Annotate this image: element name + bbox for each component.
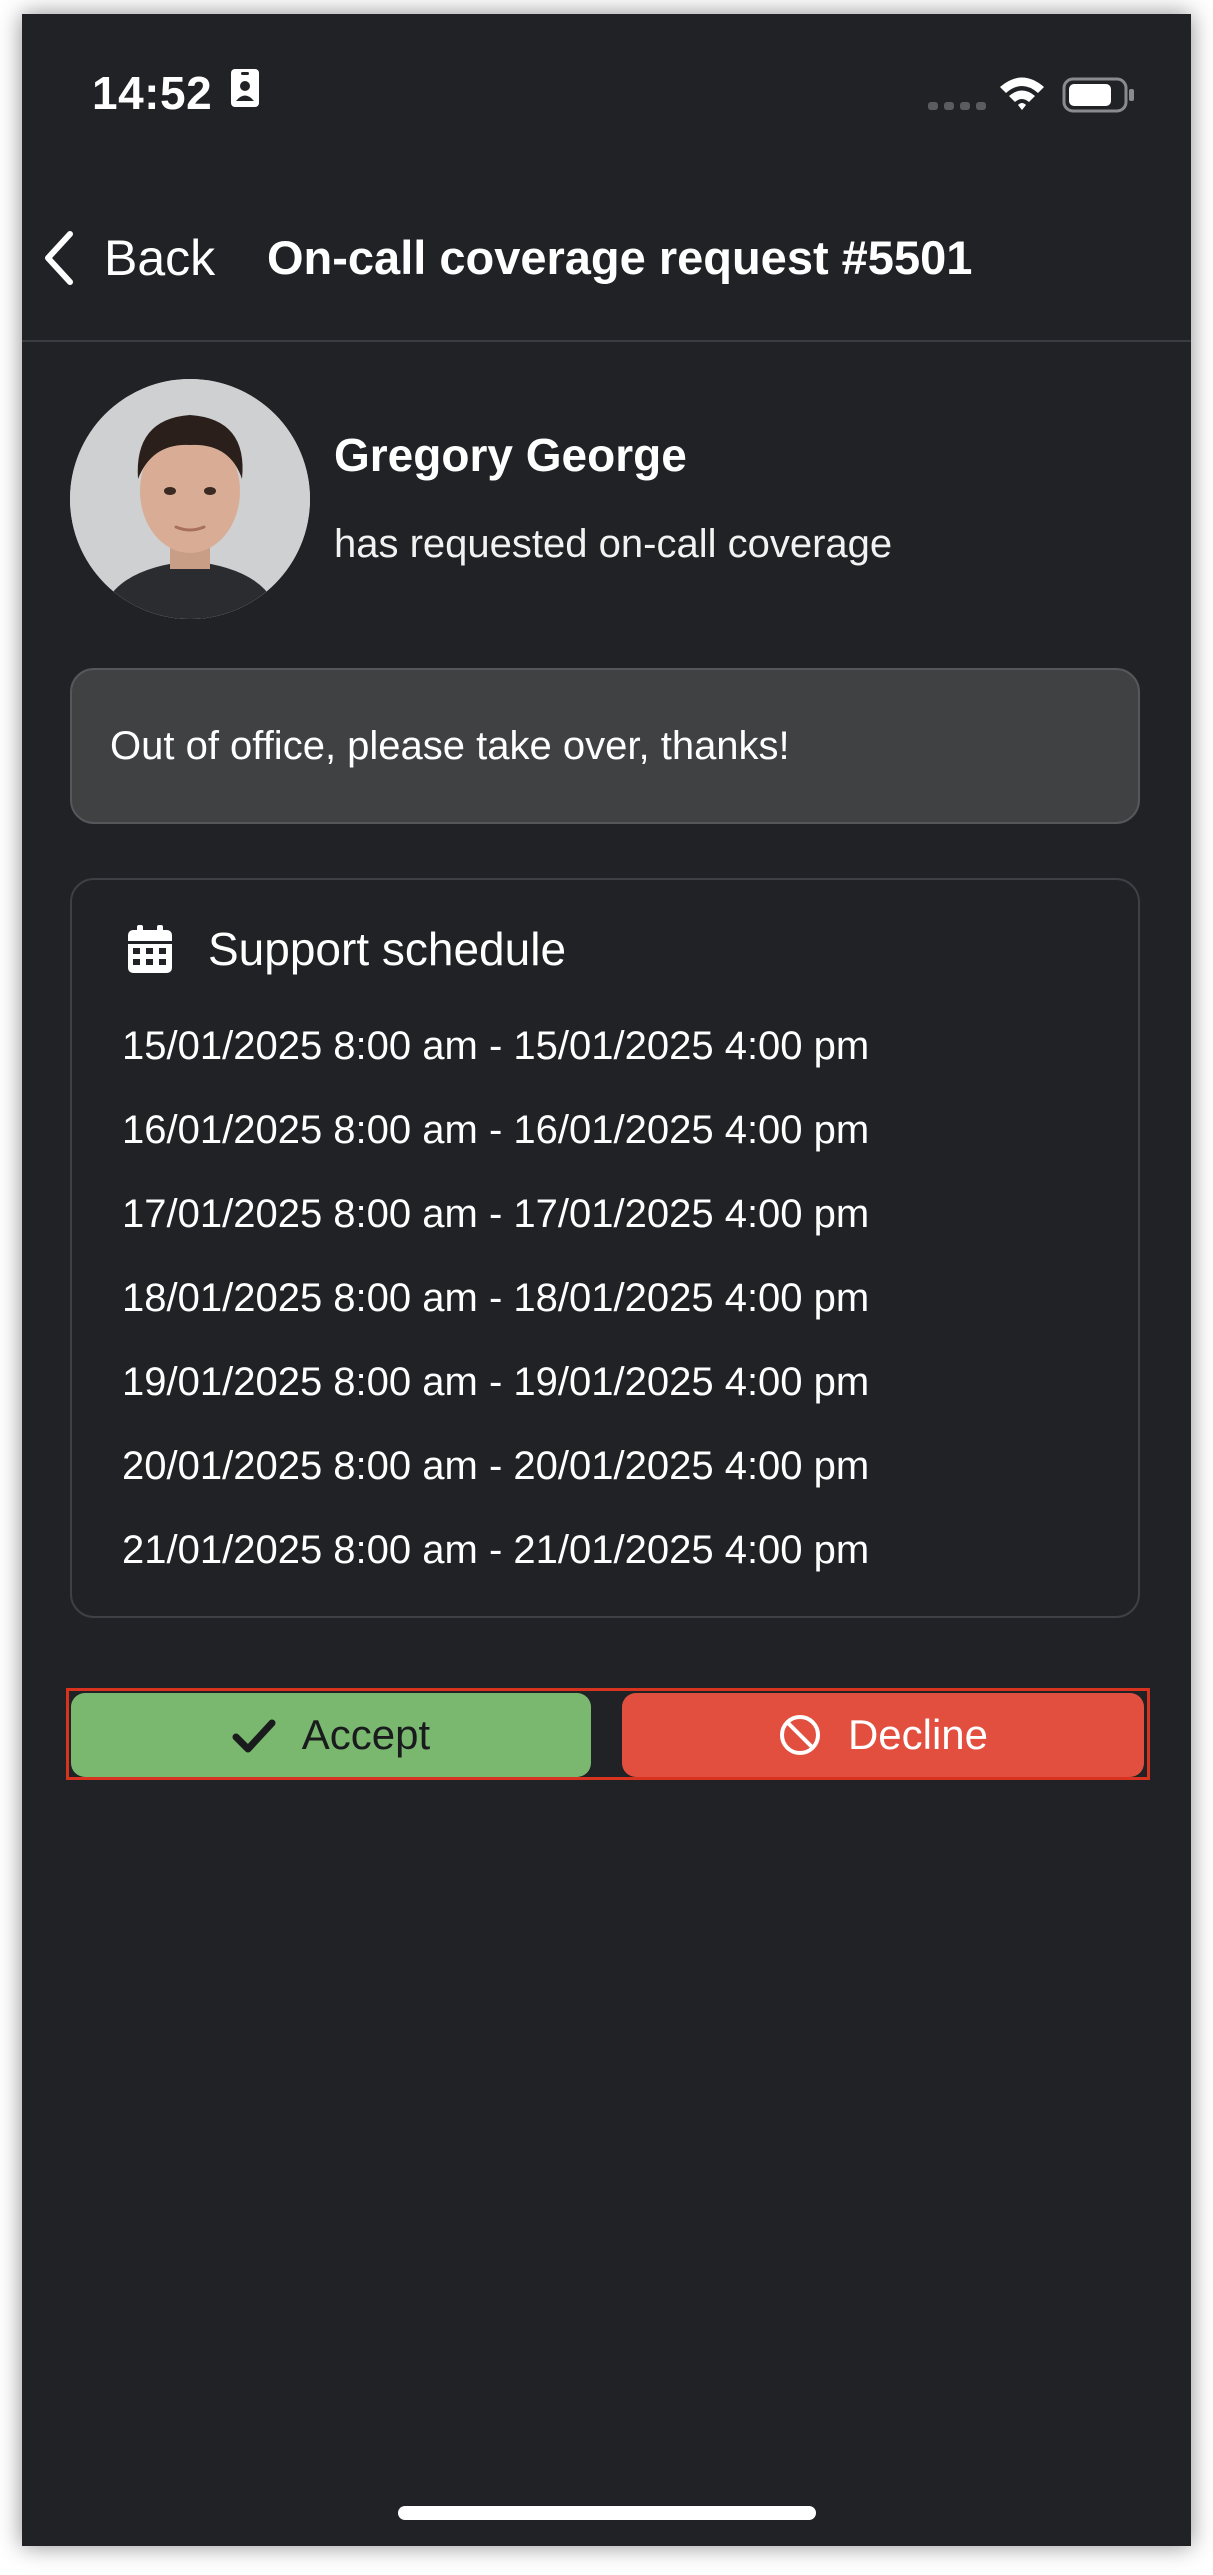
- accept-button[interactable]: Accept: [71, 1693, 591, 1777]
- back-label: Back: [104, 230, 216, 286]
- accept-label: Accept: [301, 1711, 431, 1758]
- nav-divider: [22, 340, 1191, 342]
- calendar-icon: [128, 925, 172, 973]
- phone-screen: 14:52 Back On-call coverage request #550…: [22, 14, 1191, 2546]
- schedule-entry: 20/01/2025 8:00 am - 20/01/2025 4:00 pm: [122, 1444, 870, 1488]
- decline-button[interactable]: Decline: [622, 1693, 1144, 1777]
- id-card-icon: [231, 69, 259, 107]
- battery-icon: [1062, 77, 1134, 113]
- schedule-entry: 17/01/2025 8:00 am - 17/01/2025 4:00 pm: [122, 1192, 870, 1236]
- avatar: [70, 379, 310, 619]
- requester-name: Gregory George: [334, 429, 687, 481]
- person-photo-icon: [70, 379, 310, 619]
- schedule-entry: 18/01/2025 8:00 am - 18/01/2025 4:00 pm: [122, 1276, 870, 1320]
- wifi-icon: [1000, 77, 1044, 110]
- status-time: 14:52: [92, 67, 213, 119]
- page-title: On-call coverage request #5501: [267, 231, 973, 284]
- chevron-left-icon: [45, 231, 73, 285]
- requester-subtitle: has requested on-call coverage: [334, 522, 893, 566]
- message-text: Out of office, please take over, thanks!: [110, 723, 790, 768]
- schedule-entry: 19/01/2025 8:00 am - 19/01/2025 4:00 pm: [122, 1360, 870, 1404]
- ban-icon: [779, 1715, 820, 1755]
- schedule-entry: 15/01/2025 8:00 am - 15/01/2025 4:00 pm: [122, 1024, 870, 1068]
- schedule-title: Support schedule: [208, 923, 567, 975]
- schedule-list: 15/01/2025 8:00 am - 15/01/2025 4:00 pm …: [122, 1012, 869, 1600]
- schedule-entry: 21/01/2025 8:00 am - 21/01/2025 4:00 pm: [122, 1528, 870, 1572]
- schedule-entry: 16/01/2025 8:00 am - 16/01/2025 4:00 pm: [122, 1108, 870, 1152]
- support-schedule-card: Support schedule 15/01/2025 8:00 am - 15…: [70, 878, 1140, 1618]
- checkmark-icon: [232, 1719, 276, 1753]
- decline-label: Decline: [847, 1711, 989, 1758]
- home-indicator[interactable]: [398, 2506, 816, 2520]
- action-buttons: Accept Decline: [66, 1688, 1150, 1780]
- back-button[interactable]: Back: [42, 216, 215, 300]
- cellular-signal-icon: [928, 102, 986, 110]
- schedule-header: Support schedule: [128, 922, 566, 976]
- request-message: Out of office, please take over, thanks!: [70, 668, 1140, 824]
